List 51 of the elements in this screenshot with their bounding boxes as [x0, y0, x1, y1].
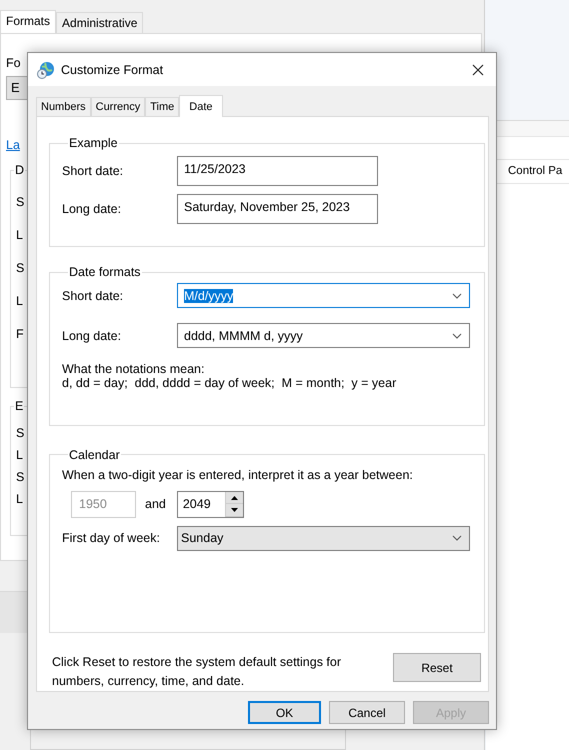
spin-down-button[interactable]	[226, 504, 243, 517]
group-legend: Date formats	[68, 265, 142, 280]
format-combo-box[interactable]: dddd, MMMM d, yyyy	[177, 323, 470, 348]
field-label: L	[16, 448, 23, 462]
chevron-down-icon	[452, 332, 462, 339]
group-legend: D	[14, 163, 26, 177]
group-legend: Calendar	[68, 448, 121, 462]
field-label: L	[16, 492, 23, 506]
calendar-prompt: When a two-digit year is entered, interpret it as a year between:	[62, 468, 414, 482]
tab[interactable]: Numbers	[36, 97, 91, 116]
field-label: S	[16, 470, 24, 484]
group-legend: Example	[68, 136, 119, 150]
spin-up-button[interactable]	[226, 492, 243, 504]
tab[interactable]: Date	[179, 95, 223, 117]
notes-title: What the notations mean:	[62, 362, 206, 376]
example-field: 11/25/2023	[177, 156, 378, 186]
tab[interactable]: Formats	[0, 10, 56, 33]
tab[interactable]: Time	[145, 97, 180, 116]
up-icon	[230, 496, 238, 500]
tab[interactable]: Administrative	[56, 12, 144, 33]
chevron-down-icon	[452, 535, 462, 542]
field-label: Fo	[6, 56, 21, 70]
example-field: Saturday, November 25, 2023	[177, 194, 378, 224]
field-label: S	[16, 261, 24, 275]
dialog-button[interactable]: OK	[248, 701, 321, 724]
tab[interactable]: Currency	[90, 97, 146, 116]
dialog-button[interactable]: Cancel	[329, 701, 405, 724]
field-label: Short date:	[62, 288, 124, 303]
group-legend: E	[14, 399, 24, 413]
field-label: L	[16, 294, 23, 308]
chevron-down-icon	[452, 292, 462, 299]
globe-icon	[37, 60, 55, 78]
field-label: Long date:	[62, 202, 122, 216]
field-label: S	[16, 195, 24, 209]
field-label: F	[16, 327, 24, 341]
close-icon	[472, 64, 484, 76]
down-icon	[230, 508, 238, 512]
and-label: and	[145, 497, 166, 512]
reset-button[interactable]: Reset	[393, 653, 481, 682]
window-title: Customize Format	[61, 62, 164, 76]
notes-text: d, dd = day; ddd, dddd = day of week; M = month; y = year	[62, 376, 398, 390]
first-day-dropdown[interactable]: Sunday	[177, 526, 470, 551]
link[interactable]: La	[6, 138, 20, 152]
format-combo-box[interactable]: M/d/yyyy	[177, 283, 470, 308]
reset-description: Click Reset to restore the system default settings for numbers, currency, time, and date.	[52, 654, 342, 690]
field-label: L	[16, 228, 23, 242]
field-label: Short date:	[62, 164, 124, 178]
field-label: First day of week:	[62, 531, 161, 546]
field-label: S	[16, 426, 24, 440]
year-spin-box[interactable]: 2049	[176, 490, 244, 518]
field-label: Long date:	[62, 328, 122, 343]
